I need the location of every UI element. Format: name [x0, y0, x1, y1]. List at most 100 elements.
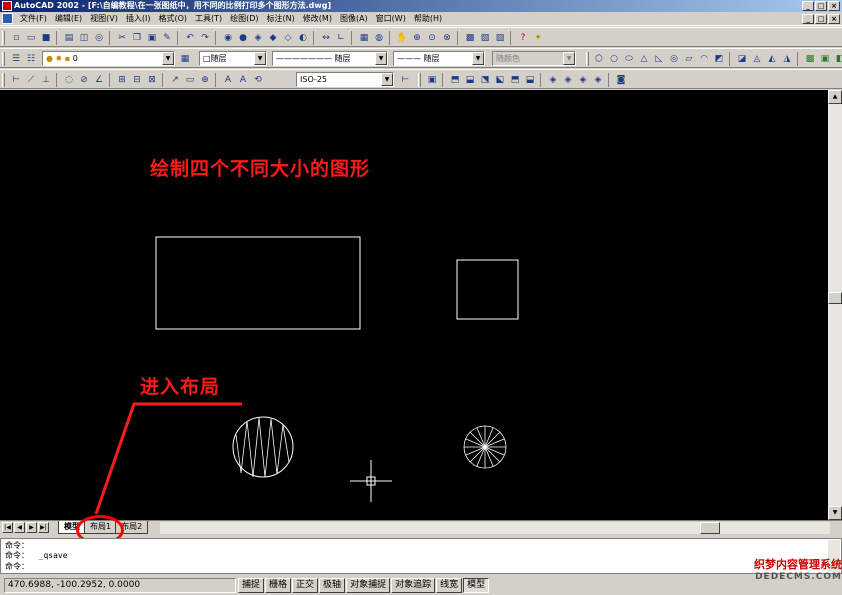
ne-iso-icon[interactable]: ◈ [576, 73, 590, 87]
horizontal-scroll-thumb[interactable] [700, 522, 720, 534]
render-icon[interactable]: ◐ [296, 31, 310, 45]
zoom-previous-icon[interactable]: ⊗ [440, 31, 454, 45]
menu-modify[interactable]: 修改(M) [299, 12, 336, 26]
chevron-down-icon[interactable]: ▼ [375, 52, 387, 65]
maximize-button[interactable]: □ [815, 1, 827, 11]
command-prompt[interactable]: 命令： [5, 562, 29, 572]
linear-dim-icon[interactable]: ⊢ [9, 73, 23, 87]
help-icon[interactable]: ? [516, 31, 530, 45]
globe-icon[interactable]: ● [236, 31, 250, 45]
coordinate-readout[interactable]: 470.6988, -100.2952, 0.0000 [4, 578, 236, 593]
se-iso-icon[interactable]: ◈ [561, 73, 575, 87]
redo-icon[interactable]: ↷ [198, 31, 212, 45]
snap-icon[interactable]: ◈ [251, 31, 265, 45]
box-icon[interactable]: ⬡ [592, 52, 606, 66]
aligned-dim-icon[interactable]: ⟋ [24, 73, 38, 87]
toolbar-grip[interactable] [586, 52, 589, 66]
menu-tools[interactable]: 工具(T) [191, 12, 226, 26]
angular-dim-icon[interactable]: ∠ [92, 73, 106, 87]
named-views-icon[interactable]: ▦ [357, 31, 371, 45]
snap-toggle[interactable]: 捕捉 [238, 578, 265, 593]
new-icon[interactable]: ▫ [9, 31, 23, 45]
zoom-realtime-icon[interactable]: ⊕ [410, 31, 424, 45]
paste-icon[interactable]: ▣ [145, 31, 159, 45]
distance-icon[interactable]: ↔ [319, 31, 333, 45]
chevron-down-icon[interactable]: ▼ [254, 52, 266, 65]
front-view-icon[interactable]: ⬒ [508, 73, 522, 87]
ucs-axis-icon[interactable]: ∟ [334, 31, 348, 45]
minimize-button[interactable]: _ [802, 1, 814, 11]
document-icon[interactable] [2, 13, 13, 24]
continue-dim-icon[interactable]: ⊠ [145, 73, 159, 87]
print-icon[interactable]: ▤ [62, 31, 76, 45]
scroll-up-icon[interactable]: ▲ [828, 90, 842, 104]
ortho-toggle[interactable]: 正交 [292, 578, 319, 593]
ucs-icon[interactable]: ◆ [266, 31, 280, 45]
setup-drawing-icon[interactable]: ◭ [765, 52, 779, 66]
horizontal-scrollbar[interactable] [160, 522, 830, 534]
menu-dimension[interactable]: 标注(N) [263, 12, 299, 26]
chevron-down-icon[interactable]: ▼ [381, 73, 393, 86]
ordinate-dim-icon[interactable]: ⊥ [39, 73, 53, 87]
menu-edit[interactable]: 编辑(E) [51, 12, 86, 26]
slice-icon[interactable]: ◩ [712, 52, 726, 66]
named-view-icon[interactable]: ▣ [425, 73, 439, 87]
lineweight-toggle[interactable]: 线宽 [436, 578, 463, 593]
linetype-combo[interactable]: ——————— 随层 ▼ [272, 51, 388, 66]
pan-icon[interactable]: ✋ [395, 31, 409, 45]
nw-iso-icon[interactable]: ◈ [591, 73, 605, 87]
dimension-style-icon[interactable]: ⊢ [398, 73, 412, 87]
leader-icon[interactable]: ↗ [168, 73, 182, 87]
vertical-scrollbar[interactable]: ▲ ▼ [828, 90, 842, 520]
vertical-scroll-thumb[interactable] [828, 292, 842, 304]
3d-orbit-icon[interactable]: ◍ [372, 31, 386, 45]
open-icon[interactable]: ▭ [24, 31, 38, 45]
baseline-dim-icon[interactable]: ⊟ [130, 73, 144, 87]
chevron-down-icon[interactable]: ▼ [472, 52, 484, 65]
wedge-icon[interactable]: ◺ [652, 52, 666, 66]
today-icon[interactable]: ✦ [531, 31, 545, 45]
menu-file[interactable]: 文件(F) [16, 12, 51, 26]
layer-previous-icon[interactable]: ☷ [24, 52, 38, 66]
layer-manager-icon[interactable]: ☰ [9, 52, 23, 66]
interfere-icon[interactable]: ◪ [735, 52, 749, 66]
doc-restore-button[interactable]: □ [815, 14, 827, 24]
render-solid-icon[interactable]: ▩ [803, 52, 817, 66]
diameter-dim-icon[interactable]: ⊘ [77, 73, 91, 87]
autocad-app-icon[interactable] [2, 1, 12, 11]
model-toggle[interactable]: 模型 [463, 578, 490, 593]
layer-combo[interactable]: ● ✹ ▪ 0 ▼ [42, 51, 175, 66]
next-tab-icon[interactable]: ▶ [26, 522, 37, 533]
camera-icon[interactable]: ◙ [614, 73, 628, 87]
toolbar-grip[interactable] [2, 31, 5, 45]
back-view-icon[interactable]: ⬓ [523, 73, 537, 87]
small-square[interactable] [456, 259, 519, 320]
menu-format[interactable]: 格式(O) [154, 12, 191, 26]
sphere-icon[interactable]: ○ [607, 52, 621, 66]
zoom-window-icon[interactable]: ⊙ [425, 31, 439, 45]
cone-icon[interactable]: △ [637, 52, 651, 66]
subtract-icon[interactable]: ◧ [833, 52, 842, 66]
hyperlink-icon[interactable]: ◉ [221, 31, 235, 45]
radius-dim-icon[interactable]: ◌ [62, 73, 76, 87]
menu-help[interactable]: 帮助(H) [410, 12, 446, 26]
toolbar-grip[interactable] [2, 73, 5, 87]
tool-palette-icon[interactable]: ▨ [493, 31, 507, 45]
torus-icon[interactable]: ◎ [667, 52, 681, 66]
preview-icon[interactable]: ◫ [77, 31, 91, 45]
extrude-icon[interactable]: ▱ [682, 52, 696, 66]
bottom-view-icon[interactable]: ⬓ [463, 73, 477, 87]
setup-view-icon[interactable]: ◮ [780, 52, 794, 66]
small-spoked-circle[interactable] [463, 425, 507, 469]
chevron-down-icon[interactable]: ▼ [162, 52, 174, 65]
revolve-icon[interactable]: ◠ [697, 52, 711, 66]
design-center-icon[interactable]: ▧ [478, 31, 492, 45]
last-tab-icon[interactable]: ▶| [38, 522, 49, 533]
menu-insert[interactable]: 插入(I) [122, 12, 155, 26]
layer-icon[interactable]: ◇ [281, 31, 295, 45]
sw-iso-icon[interactable]: ◈ [546, 73, 560, 87]
find-icon[interactable]: ◎ [92, 31, 106, 45]
union-icon[interactable]: ▣ [818, 52, 832, 66]
quick-dim-icon[interactable]: ⊞ [115, 73, 129, 87]
tolerance-icon[interactable]: ▭ [183, 73, 197, 87]
